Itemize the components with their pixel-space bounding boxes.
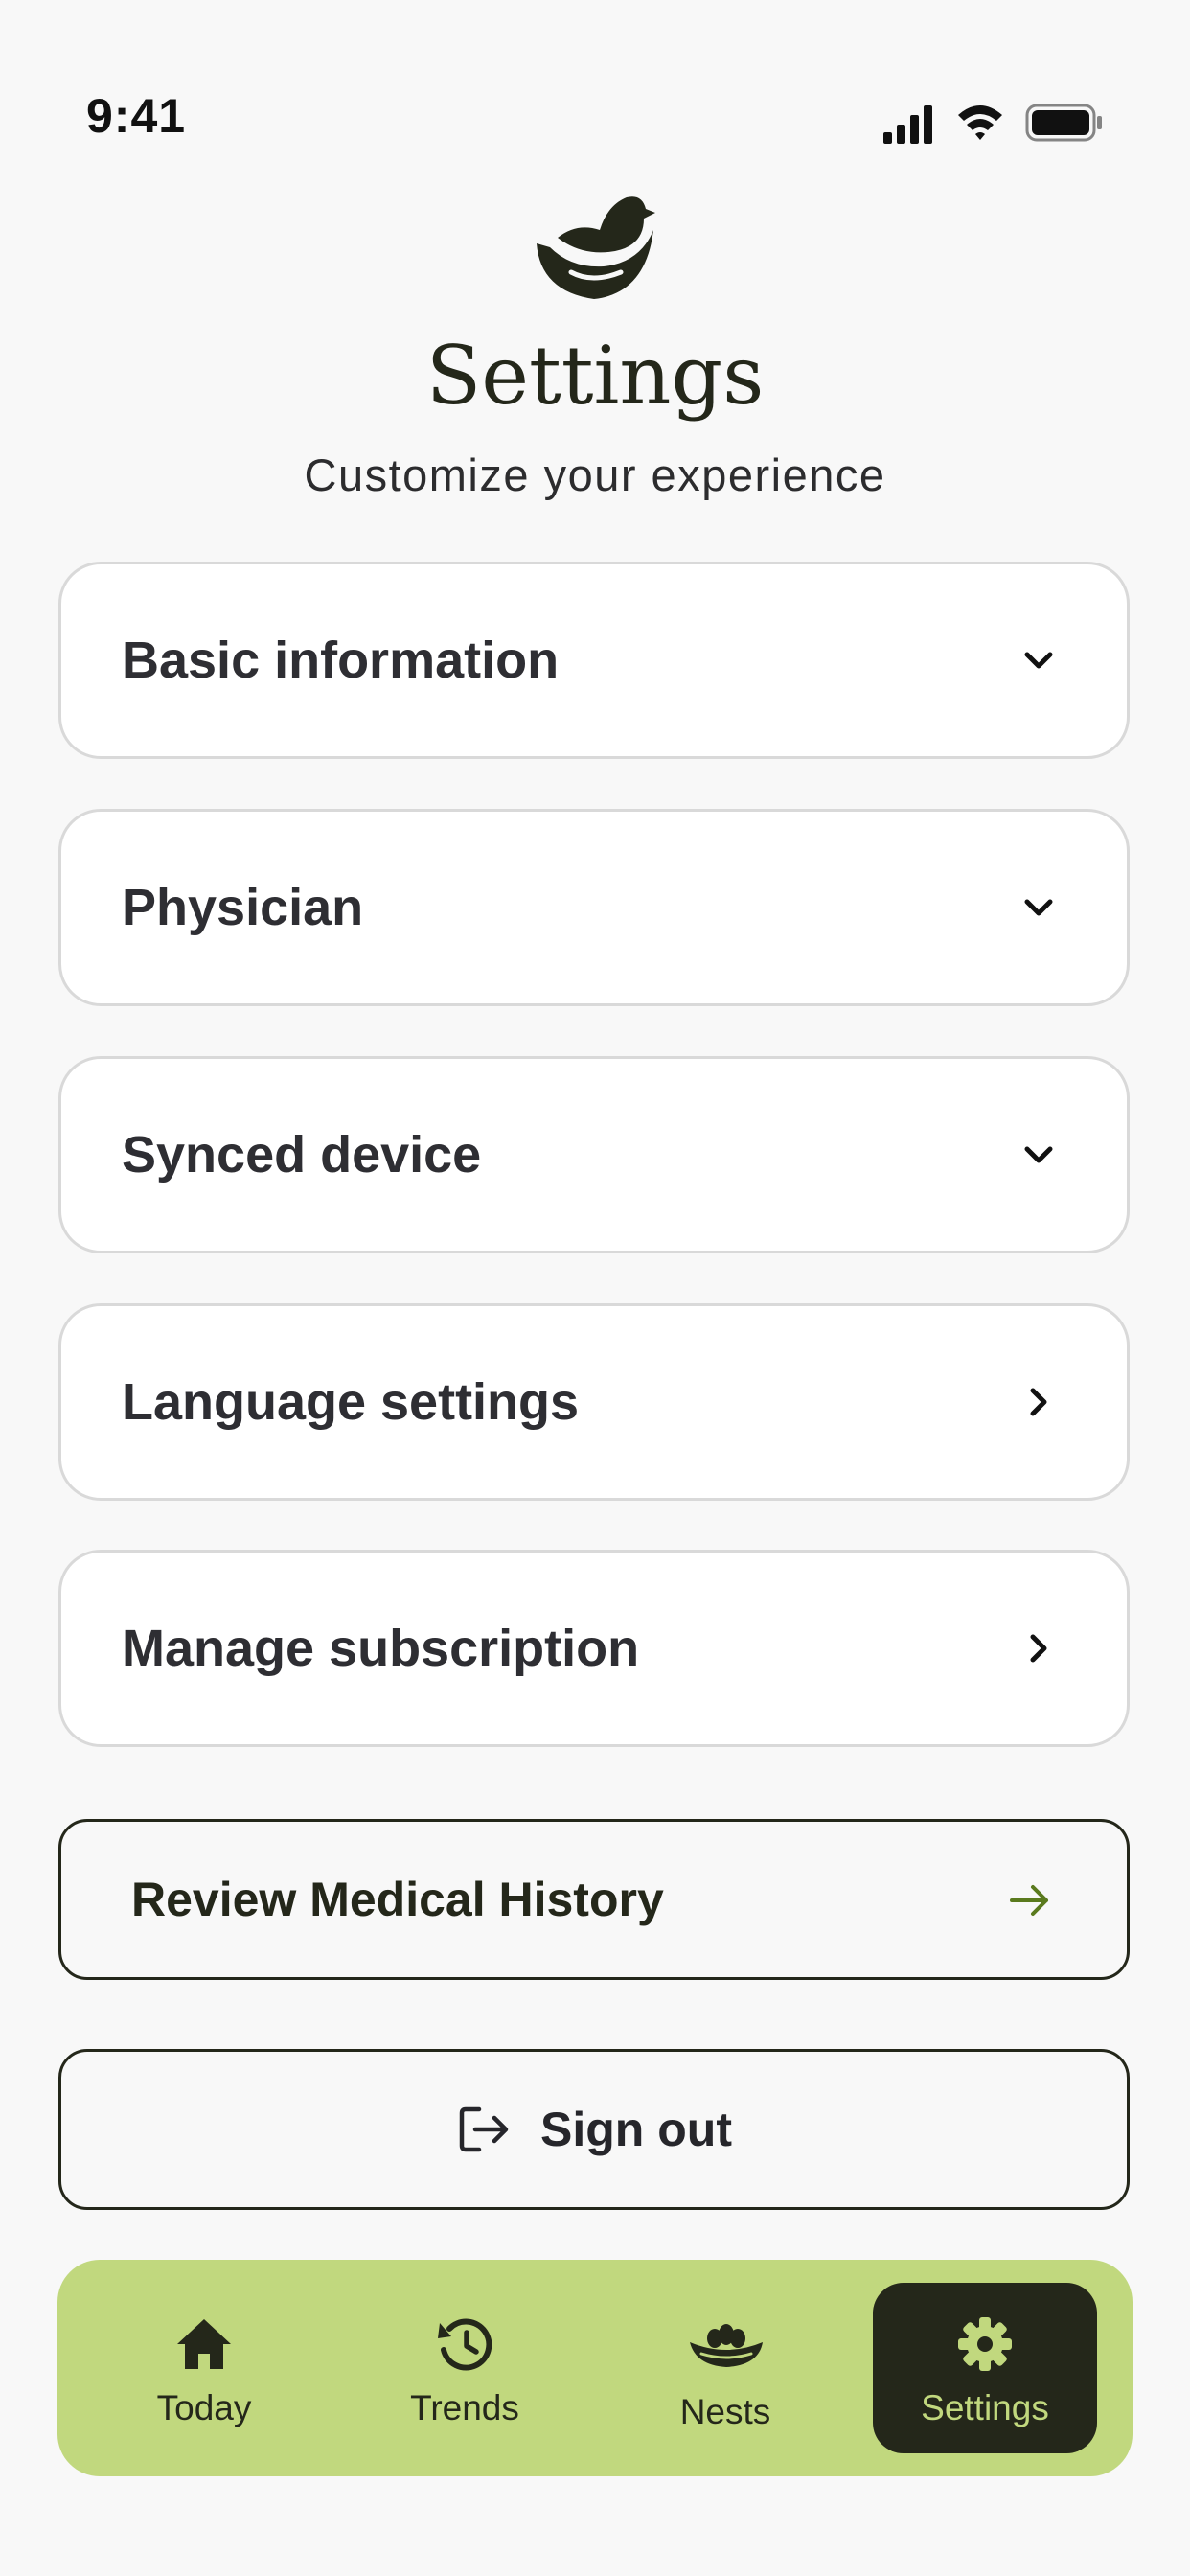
section-label: Manage subscription [122,1620,640,1677]
page-subtitle: Customize your experience [304,449,886,500]
basic-information-section[interactable]: Basic information [58,562,1130,759]
tab-trends[interactable]: Trends [353,2283,577,2453]
chevron-down-icon [1024,899,1053,916]
review-medical-history-button[interactable]: Review Medical History [58,1819,1130,1980]
home-icon [177,2319,231,2369]
physician-section[interactable]: Physician [58,809,1130,1006]
manage-subscription-item[interactable]: Manage subscription [58,1550,1130,1747]
settings-screen: 9:41 Settings Customize your experience … [0,0,1190,2576]
tab-nests[interactable]: Nests [613,2283,837,2453]
tab-label: Today [156,2388,252,2427]
language-settings-item[interactable]: Language settings [58,1303,1130,1501]
sign-out-button[interactable]: Sign out [58,2049,1130,2210]
arrow-right-icon [1010,1885,1048,1916]
tab-today[interactable]: Today [92,2283,316,2453]
chevron-down-icon [1024,1146,1053,1163]
tab-label: Trends [410,2388,519,2427]
cellular-signal-icon [883,105,932,144]
gear-icon [958,2317,1012,2371]
section-label: Synced device [122,1126,482,1184]
bottom-tab-bar: Today Trends Nests Settings [57,2260,1133,2476]
sign-out-label: Sign out [540,2103,732,2156]
chevron-down-icon [1024,652,1053,669]
tab-label: Settings [921,2388,1049,2427]
bird-nest-logo-icon [537,196,655,299]
wifi-icon [958,105,1002,140]
sign-out-icon [459,2106,509,2152]
status-time: 9:41 [86,89,187,143]
battery-icon [1025,104,1102,142]
section-label: Physician [122,879,364,936]
section-label: Basic information [122,632,560,689]
page-title: Settings [425,329,765,423]
nest-icon [690,2324,763,2367]
status-icons [883,104,1102,144]
review-medical-history-label: Review Medical History [131,1873,664,1926]
chevron-right-icon [1030,1634,1047,1663]
tab-label: Nests [679,2392,771,2431]
sign-out-content: Sign out [61,2052,1127,2207]
history-icon [438,2318,492,2371]
chevron-right-icon [1030,1388,1047,1416]
section-label: Language settings [122,1373,580,1431]
tab-settings[interactable]: Settings [873,2283,1097,2453]
synced-device-section[interactable]: Synced device [58,1056,1130,1254]
